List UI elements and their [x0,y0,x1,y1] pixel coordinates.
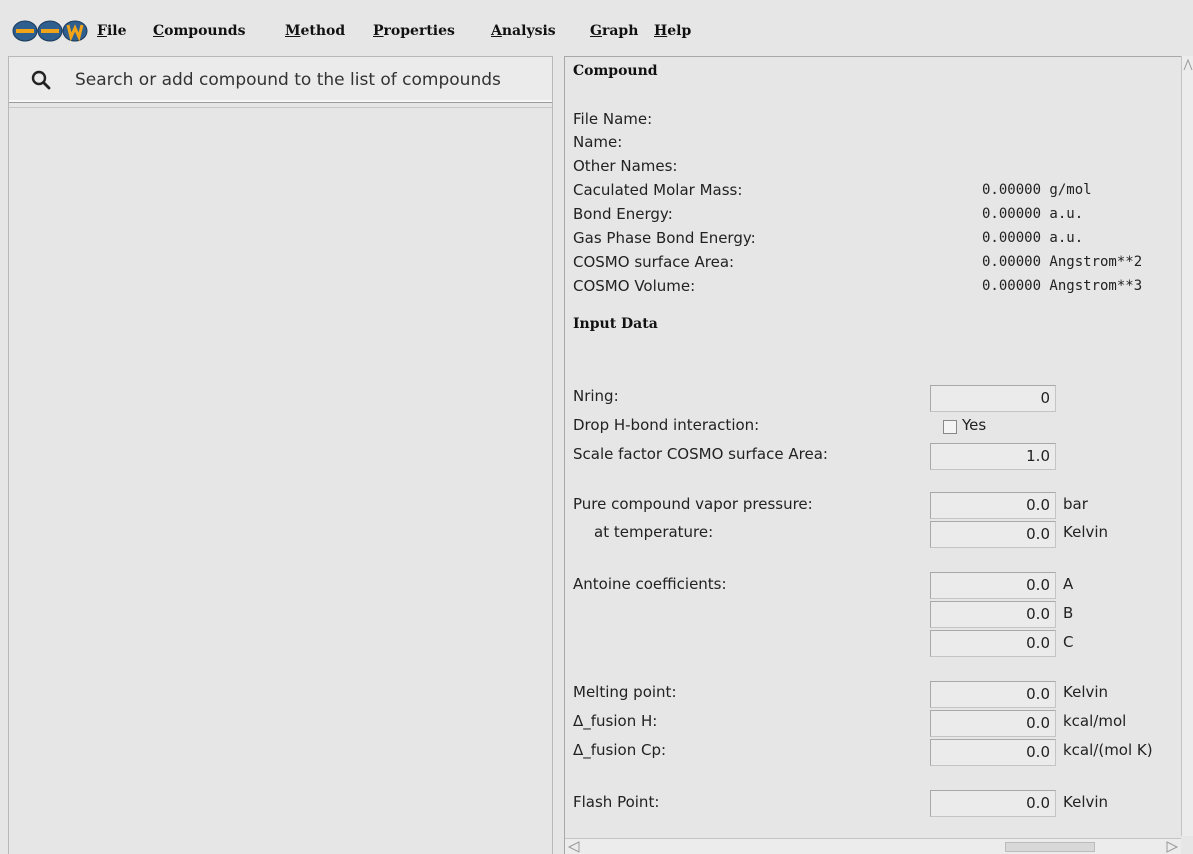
menu-compounds[interactable]: Compounds [153,20,245,42]
fusion-cp-label: Δ_fusion Cp: [573,741,667,759]
fusion-h-unit: kcal/mol [1063,712,1127,730]
scroll-up-arrow-icon[interactable] [1183,58,1193,72]
name-label: Name: [573,133,623,151]
melting-point-unit: Kelvin [1063,683,1109,701]
menu-analysis-rest: nalysis [501,23,556,39]
menu-help-rest: elp [667,23,692,39]
scale-factor-field[interactable]: 1.0 [930,443,1056,470]
search-input[interactable] [75,67,545,93]
fusion-cp-field[interactable]: 0.0 [930,739,1056,766]
nring-label: Nring: [573,387,619,405]
melting-point-label: Melting point: [573,683,677,701]
melting-point-field[interactable]: 0.0 [930,681,1056,708]
antoine-b-unit: B [1063,604,1074,622]
menu-properties-key: P [373,23,384,39]
menu-graph-rest: raph [601,23,639,39]
menu-method-key: M [285,23,301,39]
gas-phase-bond-energy-value: 0.00000 a.u. [982,230,1084,246]
menu-bar: File Compounds Method Properties Analysi… [0,0,1193,52]
temperature-field[interactable]: 0.0 [930,521,1056,548]
menu-method-rest: ethod [300,23,346,39]
fusion-h-label: Δ_fusion H: [573,712,658,730]
scroll-left-arrow-icon[interactable] [567,841,581,853]
menu-file-key: F [97,23,107,39]
file-name-label: File Name: [573,110,653,128]
compound-list[interactable] [9,107,552,854]
drop-hbond-label: Drop H-bond interaction: [573,416,760,434]
antoine-c-unit: C [1063,633,1074,651]
antoine-a-unit: A [1063,575,1074,593]
search-box[interactable] [9,57,552,103]
menu-graph[interactable]: Graph [590,20,638,42]
vapor-pressure-field[interactable]: 0.0 [930,492,1056,519]
nring-field[interactable]: 0 [930,385,1056,412]
cosmo-area-value: 0.00000 Angstrom**2 [982,254,1143,270]
menu-compounds-key: C [153,23,165,39]
panel-splitter[interactable] [553,52,563,854]
bond-energy-value: 0.00000 a.u. [982,206,1084,222]
antoine-a-field[interactable]: 0.0 [930,572,1056,599]
vapor-pressure-unit: bar [1063,495,1088,513]
compound-section-title: Compound [573,63,658,79]
menu-help[interactable]: Help [654,20,691,42]
cosmo-volume-value: 0.00000 Angstrom**3 [982,278,1143,294]
menu-graph-key: G [590,23,602,39]
menu-compounds-rest: ompounds [164,23,246,39]
cosmo-area-label: COSMO surface Area: [573,253,735,271]
gas-phase-bond-energy-label: Gas Phase Bond Energy: [573,229,756,247]
menu-analysis-key: A [491,23,502,39]
input-data-section-title: Input Data [573,316,658,332]
drop-hbond-checkbox[interactable] [943,420,957,434]
scroll-right-arrow-icon[interactable] [1165,841,1179,853]
flash-point-label: Flash Point: [573,793,660,811]
antoine-c-field[interactable]: 0.0 [930,630,1056,657]
antoine-b-field[interactable]: 0.0 [930,601,1056,628]
scale-factor-label: Scale factor COSMO surface Area: [573,445,828,463]
menu-method[interactable]: Method [285,20,345,42]
scm-logo[interactable] [12,20,88,42]
flash-point-field[interactable]: 0.0 [930,790,1056,817]
bond-energy-label: Bond Energy: [573,205,673,223]
flash-point-unit: Kelvin [1063,793,1109,811]
molar-mass-value: 0.00000 g/mol [982,182,1092,198]
molar-mass-label: Caculated Molar Mass: [573,181,743,199]
menu-file[interactable]: File [97,20,127,42]
vertical-scrollbar[interactable] [1181,56,1193,836]
menu-analysis[interactable]: Analysis [491,20,556,42]
horizontal-scroll-thumb[interactable] [1005,842,1095,852]
drop-hbond-option[interactable]: Yes [962,416,986,434]
temperature-label: at temperature: [594,523,714,541]
antoine-label: Antoine coefficients: [573,575,727,593]
search-icon [31,70,51,90]
cosmo-volume-label: COSMO Volume: [573,277,696,295]
menu-help-key: H [654,23,668,39]
horizontal-scrollbar[interactable] [565,838,1181,854]
menu-file-rest: ile [106,23,127,39]
menu-properties-rest: roperties [383,23,455,39]
vapor-pressure-label: Pure compound vapor pressure: [573,495,813,513]
fusion-h-field[interactable]: 0.0 [930,710,1056,737]
temperature-unit: Kelvin [1063,523,1109,541]
menu-properties[interactable]: Properties [373,20,455,42]
other-names-label: Other Names: [573,157,678,175]
compounds-panel [8,56,553,854]
fusion-cp-unit: kcal/(mol K) [1063,741,1153,759]
